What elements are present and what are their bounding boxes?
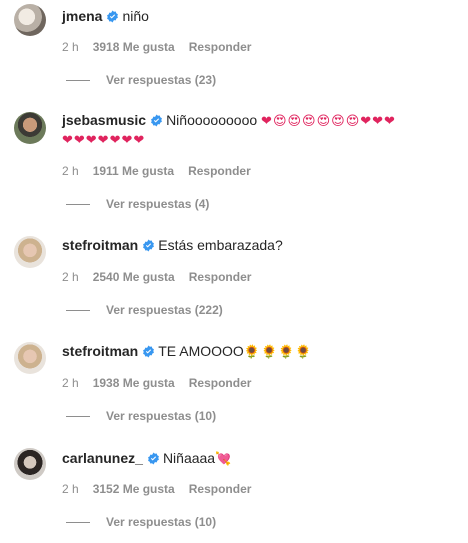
view-replies-label[interactable]: Ver respuestas (4) bbox=[106, 197, 209, 211]
comment-line: stefroitman Estás embarazada? bbox=[62, 236, 283, 255]
sunflower-emoji-row: 🌻🌻🌻🌻 bbox=[243, 345, 313, 360]
comment-line: carlanunez_ Niñaaaa💘 bbox=[62, 449, 232, 469]
comment-text: niño bbox=[122, 8, 149, 24]
view-replies-button[interactable]: Ver respuestas (23) bbox=[66, 73, 216, 87]
emoji-row-2: ❤❤❤❤❤❤❤ bbox=[62, 133, 146, 148]
username[interactable]: carlanunez_ bbox=[62, 450, 143, 466]
emoji-row: ❤😍😍😍😍😍😍❤❤❤ bbox=[261, 114, 396, 129]
heart-arrow-emoji: 💘 bbox=[215, 452, 233, 467]
username[interactable]: jsebasmusic bbox=[62, 112, 146, 128]
like-count[interactable]: 1911 Me gusta bbox=[93, 164, 174, 178]
avatar[interactable] bbox=[14, 448, 46, 480]
comment-line-2: ❤❤❤❤❤❤❤ bbox=[62, 130, 145, 150]
view-replies-label[interactable]: Ver respuestas (222) bbox=[106, 303, 223, 317]
username[interactable]: stefroitman bbox=[62, 237, 138, 253]
comment-line: stefroitman TE AMOOOO🌻🌻🌻🌻 bbox=[62, 342, 313, 362]
verified-badge-icon bbox=[143, 345, 155, 358]
view-replies-label[interactable]: Ver respuestas (10) bbox=[106, 515, 216, 529]
comment-meta: 2 h 3918 Me gusta Responder bbox=[62, 40, 251, 54]
like-count[interactable]: 3918 Me gusta bbox=[93, 40, 175, 54]
comment-line: jmena niño bbox=[62, 7, 149, 26]
avatar[interactable] bbox=[14, 4, 46, 36]
like-count[interactable]: 3152 Me gusta bbox=[93, 482, 175, 496]
reply-button[interactable]: Responder bbox=[189, 270, 252, 284]
verified-badge-icon bbox=[148, 452, 159, 465]
divider-line bbox=[66, 521, 90, 523]
like-count[interactable]: 1938 Me gusta bbox=[93, 376, 175, 390]
view-replies-label[interactable]: Ver respuestas (10) bbox=[106, 409, 216, 423]
view-replies-label[interactable]: Ver respuestas (23) bbox=[106, 73, 216, 87]
comment-text: Estás embarazada? bbox=[158, 237, 283, 253]
avatar[interactable] bbox=[14, 342, 46, 374]
like-count[interactable]: 2540 Me gusta bbox=[93, 270, 175, 284]
verified-badge-icon bbox=[151, 114, 162, 127]
comment-text: Niñaaaa bbox=[162, 450, 216, 466]
reply-button[interactable]: Responder bbox=[189, 482, 252, 496]
view-replies-button[interactable]: Ver respuestas (10) bbox=[66, 515, 216, 529]
view-replies-button[interactable]: Ver respuestas (10) bbox=[66, 409, 216, 423]
reply-button[interactable]: Responder bbox=[188, 164, 251, 178]
comment-meta: 2 h 1938 Me gusta Responder bbox=[62, 376, 251, 390]
comment-text: TE AMOOOO bbox=[158, 343, 244, 359]
divider-line bbox=[66, 203, 90, 205]
comment-meta: 2 h 1911 Me gusta Responder bbox=[62, 164, 251, 178]
comment-line: jsebasmusic Niñooooooooo ❤😍😍😍😍😍😍❤❤❤ bbox=[62, 111, 396, 131]
username[interactable]: jmena bbox=[62, 8, 102, 24]
comment-time: 2 h bbox=[62, 376, 79, 390]
comment-time: 2 h bbox=[62, 40, 79, 54]
divider-line bbox=[66, 309, 90, 311]
comment-time: 2 h bbox=[62, 164, 79, 178]
comment-text: Niñooooooooo bbox=[166, 112, 258, 128]
username[interactable]: stefroitman bbox=[62, 343, 138, 359]
avatar[interactable] bbox=[14, 112, 46, 144]
divider-line bbox=[66, 415, 90, 417]
comment-time: 2 h bbox=[62, 270, 79, 284]
view-replies-button[interactable]: Ver respuestas (222) bbox=[66, 303, 223, 317]
view-replies-button[interactable]: Ver respuestas (4) bbox=[66, 197, 209, 211]
reply-button[interactable]: Responder bbox=[189, 40, 252, 54]
divider-line bbox=[66, 79, 90, 81]
verified-badge-icon bbox=[143, 239, 155, 252]
comment-meta: 2 h 3152 Me gusta Responder bbox=[62, 482, 251, 496]
avatar[interactable] bbox=[14, 236, 46, 268]
reply-button[interactable]: Responder bbox=[189, 376, 252, 390]
comment-meta: 2 h 2540 Me gusta Responder bbox=[62, 270, 251, 284]
comment-time: 2 h bbox=[62, 482, 79, 496]
verified-badge-icon bbox=[107, 10, 119, 23]
